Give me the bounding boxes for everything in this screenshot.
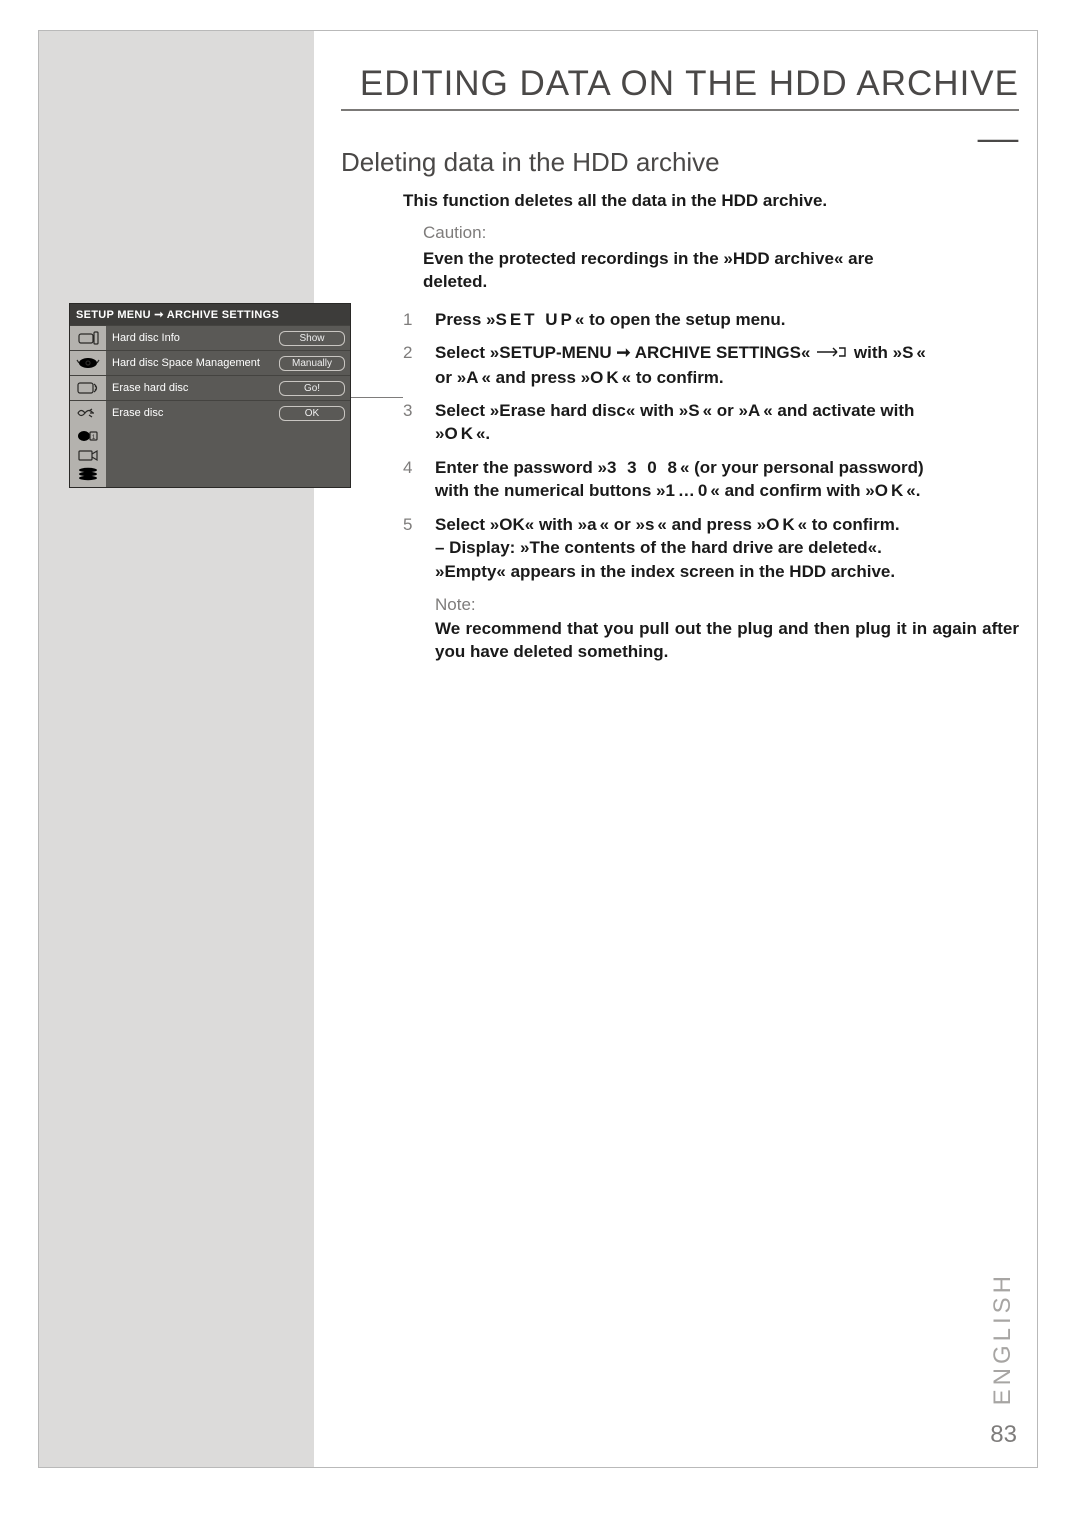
- language-indicator: ENGLISH: [989, 1272, 1017, 1405]
- menu-row-value: Go!: [279, 381, 345, 396]
- menu-row: Hard disc Info Show: [70, 325, 350, 350]
- menu-header: SETUP MENU ➞ ARCHIVE SETTINGS: [70, 304, 350, 325]
- step-number: 1: [403, 308, 412, 331]
- step-3: 3 Select »Erase hard disc« with »S« or »…: [403, 399, 1019, 446]
- t: – Display: »The contents of the hard dri…: [435, 538, 882, 557]
- menu-filler: 1: [70, 425, 350, 487]
- caution-text: Even the protected recordings in the »HD…: [423, 247, 1019, 294]
- t: « to open the setup menu.: [575, 310, 786, 329]
- erase-d-icon: [70, 401, 106, 425]
- step-number: 4: [403, 456, 412, 479]
- menu-row: Erase disc OK: [70, 400, 350, 425]
- caution-line-1: Even the protected recordings in the »HD…: [423, 249, 874, 268]
- page-title: EDITING DATA ON THE HDD ARCHIVE __: [324, 64, 1019, 144]
- erase-hd-icon: [70, 376, 106, 400]
- note-label: Note:: [435, 593, 1019, 616]
- connector-line: [351, 397, 403, 398]
- t: Select »OK« with »: [435, 515, 587, 534]
- t: « and activate with: [763, 401, 914, 420]
- intro-text: This function deletes all the data in th…: [403, 189, 1019, 212]
- camera-icon: [76, 447, 100, 466]
- menu-row-value: Manually: [279, 356, 345, 371]
- t: OK: [875, 481, 907, 500]
- t: « and press »: [481, 368, 590, 387]
- t: « and confirm with »: [710, 481, 874, 500]
- menu-row: Erase hard disc Go!: [70, 375, 350, 400]
- t: A: [466, 368, 481, 387]
- t: « or »: [703, 401, 748, 420]
- disc-stack-icon: [76, 466, 100, 485]
- t: «.: [476, 424, 490, 443]
- t: « or »: [600, 515, 645, 534]
- page-number: 83: [990, 1421, 1017, 1449]
- step-number: 2: [403, 341, 412, 364]
- t: 1…0: [665, 481, 710, 500]
- step-number: 5: [403, 513, 412, 536]
- t: or »: [435, 368, 466, 387]
- t: «: [916, 343, 925, 362]
- section-subtitle: Deleting data in the HDD archive: [341, 147, 720, 178]
- menu-row-label: Hard disc Info: [106, 329, 279, 347]
- menu-row-value: Show: [279, 331, 345, 346]
- t: «.: [906, 481, 920, 500]
- step-4: 4 Enter the password »3 3 0 8« (or your …: [403, 456, 1019, 503]
- t: « to confirm.: [622, 368, 724, 387]
- step-number: 3: [403, 399, 412, 422]
- t: Select »Erase hard disc« with »: [435, 401, 688, 420]
- menu-row-value: OK: [279, 406, 345, 421]
- t: OK: [766, 515, 798, 534]
- header-rule: [341, 109, 1019, 111]
- space-icon: [70, 351, 106, 375]
- t: OK: [590, 368, 622, 387]
- t: « and press »: [657, 515, 766, 534]
- hdd-info-icon: [70, 326, 106, 350]
- t: a: [587, 515, 599, 534]
- note-text: We recommend that you pull out the plug …: [435, 617, 1019, 664]
- page: EDITING DATA ON THE HDD ARCHIVE __ Delet…: [38, 30, 1038, 1468]
- caution-line-2: deleted.: [423, 272, 487, 291]
- t: S: [902, 343, 916, 362]
- caution-label: Caution:: [423, 221, 1019, 244]
- t: OK: [444, 424, 476, 443]
- t: A: [748, 401, 763, 420]
- body-text: This function deletes all the data in th…: [403, 189, 1019, 663]
- left-gray-column: [39, 31, 314, 1467]
- t: « to confirm.: [798, 515, 900, 534]
- steps-list: 1 Press »SET UP« to open the setup menu.…: [403, 308, 1019, 583]
- menu-row: Hard disc Space Management Manually: [70, 350, 350, 375]
- t: »Empty« appears in the index screen in t…: [435, 562, 895, 581]
- t: s: [645, 515, 657, 534]
- t: « (or your personal password): [680, 458, 924, 477]
- right-hand-icon: [815, 342, 849, 365]
- calendar-icon: 1: [76, 428, 100, 447]
- step-1: 1 Press »SET UP« to open the setup menu.: [403, 308, 1019, 331]
- t: Enter the password »: [435, 458, 607, 477]
- screenshot-menu: SETUP MENU ➞ ARCHIVE SETTINGS Hard disc …: [69, 303, 351, 488]
- t: SET UP: [496, 310, 575, 329]
- t: with »: [849, 343, 902, 362]
- t: Press »: [435, 310, 496, 329]
- step-5: 5 Select »OK« with »a« or »s« and press …: [403, 513, 1019, 583]
- t: S: [688, 401, 702, 420]
- step-2: 2 Select »SETUP-MENU ➞ ARCHIVE SETTINGS«…: [403, 341, 1019, 389]
- t: Select »SETUP-MENU ➞ ARCHIVE SETTINGS«: [435, 343, 810, 362]
- menu-row-label: Erase disc: [106, 404, 279, 422]
- t: with the numerical buttons »: [435, 481, 665, 500]
- t: 3 3 0 8: [607, 458, 680, 477]
- menu-row-label: Hard disc Space Management: [106, 354, 279, 372]
- menu-row-label: Erase hard disc: [106, 379, 279, 397]
